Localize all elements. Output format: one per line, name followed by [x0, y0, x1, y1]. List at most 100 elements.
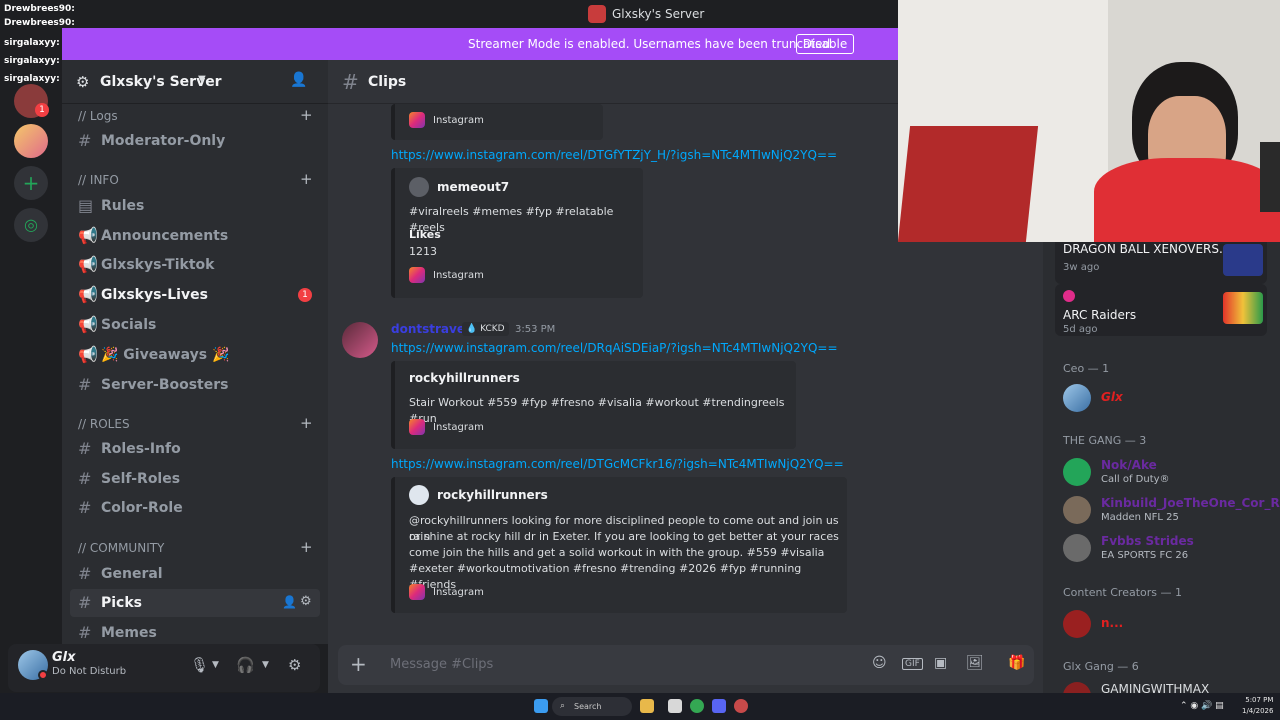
channel-tiktok[interactable]: 📢 Glxskys-Tiktok — [70, 251, 320, 279]
member-group-header: THE GANG — 3 — [1063, 434, 1147, 447]
add-server-icon[interactable]: + — [14, 166, 48, 200]
gift-icon[interactable]: 🎁 — [1008, 655, 1025, 671]
channel-picks[interactable]: # Picks 👤 ⚙ — [70, 589, 320, 617]
overlay-chat-line: Drewbrees90: — [4, 4, 75, 14]
embed-author-avatar — [409, 177, 429, 197]
embed-author[interactable]: rockyhillrunners — [437, 488, 548, 502]
message-input[interactable]: Message #Clips — [390, 657, 493, 672]
unread-badge: 1 — [298, 288, 312, 302]
embed-author[interactable]: memeout7 — [437, 180, 509, 194]
category-label: // Logs — [78, 109, 118, 123]
embed-provider: Instagram — [433, 422, 484, 433]
embed-provider: Instagram — [433, 270, 484, 281]
gear-icon[interactable]: ⚙ — [300, 594, 312, 609]
channel-announcements[interactable]: 📢 Announcements — [70, 222, 320, 250]
rules-icon: ▤ — [78, 196, 94, 215]
channel-server-boosters[interactable]: # Server-Boosters — [70, 371, 320, 399]
embed-provider: Instagram — [433, 587, 484, 598]
member-name: Fvbbs Strides — [1101, 534, 1194, 548]
attach-plus-icon[interactable]: + — [350, 652, 367, 676]
instagram-embed: rockyhillrunners Stair Workout #559 #fyp… — [391, 361, 796, 449]
embed-description-line: come join the hills and get a solid work… — [409, 546, 825, 559]
add-channel-icon[interactable]: + — [300, 170, 313, 188]
channel-label: Rules — [101, 198, 145, 214]
server-avatar-anime[interactable] — [14, 124, 48, 158]
message-author[interactable]: dontstrave — [391, 322, 465, 336]
invite-icon[interactable]: 👤 — [282, 595, 297, 609]
message-link[interactable]: https://www.instagram.com/reel/DTGfYTZjY… — [391, 148, 837, 162]
category-roles[interactable]: // ROLES — [78, 417, 130, 431]
channel-rules[interactable]: ▤ Rules — [70, 192, 320, 220]
settings-gear-icon[interactable]: ⚙ — [288, 656, 301, 674]
hash-icon: # — [78, 439, 92, 458]
dnd-status-icon — [38, 670, 48, 680]
activity-card[interactable]: DRAGON BALL XENOVERS... 3w ago — [1055, 236, 1267, 284]
controller-icon — [1063, 290, 1075, 302]
chevron-down-icon[interactable]: ▼ — [212, 660, 219, 670]
taskbar-clock[interactable]: 5:07 PM 1/4/2026 — [1242, 695, 1273, 717]
category-logs[interactable]: // Logs — [78, 109, 118, 123]
windows-start-icon[interactable] — [534, 699, 548, 713]
sticker-icon[interactable]: ▣ — [934, 655, 947, 671]
server-settings-icon: ⚙ — [76, 73, 90, 91]
avatar[interactable] — [342, 322, 378, 358]
gif-icon[interactable]: GIF — [902, 658, 923, 670]
headphones-icon[interactable]: 🎧 — [236, 656, 255, 674]
channel-giveaways[interactable]: 📢 🎉 Giveaways 🎉 — [70, 341, 320, 369]
disable-button[interactable]: Disable — [796, 34, 854, 54]
chrome-icon[interactable] — [690, 699, 704, 713]
chevron-down-icon[interactable]: ▼ — [262, 660, 269, 670]
webcam-chair — [1260, 142, 1280, 212]
embed-provider: Instagram — [433, 115, 484, 126]
channel-label: Moderator-Only — [101, 133, 226, 149]
add-channel-icon[interactable]: + — [300, 414, 313, 432]
hash-icon: # — [78, 564, 92, 583]
embed-author[interactable]: rockyhillrunners — [409, 371, 520, 385]
activity-game: ARC Raiders — [1063, 308, 1137, 322]
search-icon: ⌕ — [560, 701, 566, 711]
channel-lives[interactable]: 📢 Glxskys-Lives 1 — [70, 281, 320, 309]
activity-card[interactable]: ARC Raiders 5d ago — [1055, 284, 1267, 336]
channel-sidebar: ⚙ Glxsky's Server ▼ 👤 // Logs + # Moderat… — [62, 60, 328, 644]
channel-memes[interactable]: # Memes — [70, 619, 320, 647]
avatar — [1063, 384, 1091, 412]
task-view-icon[interactable] — [668, 699, 682, 713]
channel-moderator-only[interactable]: # Moderator-Only — [70, 127, 320, 155]
category-info[interactable]: // INFO — [78, 173, 119, 187]
megaphone-icon: 📢 — [78, 285, 98, 304]
discover-icon[interactable]: ◎ — [14, 208, 48, 242]
channel-self-roles[interactable]: # Self-Roles — [70, 465, 320, 493]
widgets-icon[interactable] — [640, 699, 654, 713]
member-group-header: Ceo — 1 — [1063, 362, 1110, 375]
app-icon[interactable] — [734, 699, 748, 713]
channel-roles-info[interactable]: # Roles-Info — [70, 435, 320, 463]
invite-people-icon[interactable]: 👤 — [290, 72, 307, 88]
image-icon[interactable]: 🖼 — [966, 655, 984, 671]
discord-icon[interactable] — [712, 699, 726, 713]
webcam-pennant — [898, 126, 1039, 242]
channel-socials[interactable]: 📢 Socials — [70, 311, 320, 339]
member-activity: EA SPORTS FC 26 — [1101, 550, 1189, 561]
instagram-icon — [409, 584, 425, 600]
add-channel-icon[interactable]: + — [300, 106, 313, 124]
channel-color-role[interactable]: # Color-Role — [70, 494, 320, 522]
user-panel: Glx Do Not Disturb 🎙 ▼ 🎧 ▼ ⚙ — [8, 644, 320, 692]
message-link[interactable]: https://www.instagram.com/reel/DTGcMCFkr… — [391, 457, 844, 471]
member-group-header: Content Creators — 1 — [1063, 586, 1183, 599]
channel-label: Server-Boosters — [101, 377, 229, 393]
member-name: n... — [1101, 616, 1124, 630]
message-composer[interactable]: + Message #Clips ☺ GIF ▣ 🖼 🎁 — [338, 645, 1034, 685]
instagram-embed: rockyhillrunners @rockyhillrunners looki… — [391, 477, 847, 613]
server-rail: 1 + ◎ — [0, 28, 62, 693]
emoji-icon[interactable]: ☺ — [872, 655, 887, 671]
category-label: // ROLES — [78, 417, 130, 431]
tray-icons[interactable]: ⌃ ◉ 🔊 ▤ — [1180, 701, 1224, 711]
channel-general[interactable]: # General — [70, 560, 320, 588]
category-community[interactable]: // COMMUNITY — [78, 541, 164, 555]
message-link[interactable]: https://www.instagram.com/reel/DRqAiSDEi… — [391, 341, 838, 355]
microphone-icon[interactable]: 🎙 — [190, 656, 209, 674]
message-timestamp: 3:53 PM — [515, 324, 556, 335]
add-channel-icon[interactable]: + — [300, 538, 313, 556]
mention-badge: 1 — [35, 103, 49, 117]
server-header[interactable]: ⚙ Glxsky's Server ▼ 👤 — [62, 60, 328, 104]
